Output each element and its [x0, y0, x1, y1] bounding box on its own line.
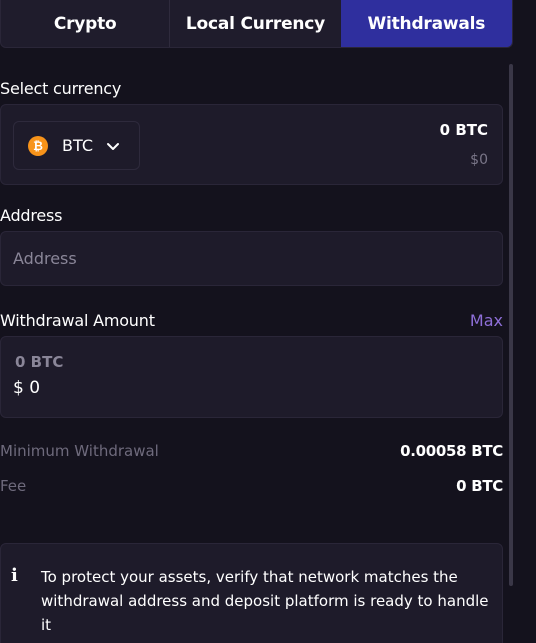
scrollbar[interactable] — [509, 64, 513, 586]
tab-bar: Crypto Local Currency Withdrawals — [0, 0, 513, 48]
withdraw-page: Crypto Local Currency Withdrawals Select… — [0, 0, 536, 643]
info-icon: i — [11, 565, 18, 586]
withdrawal-amount-label: Withdrawal Amount — [0, 311, 155, 330]
amount-input-card[interactable]: 0 BTC $ 0 — [0, 336, 503, 418]
chevron-down-icon — [106, 142, 119, 150]
fee-label: Fee — [0, 477, 27, 495]
minimum-withdrawal-label: Minimum Withdrawal — [0, 442, 159, 460]
fee-value: 0 BTC — [456, 477, 503, 495]
amount-crypto-value: 0 BTC — [15, 353, 64, 371]
max-button[interactable]: Max — [470, 311, 503, 330]
notice-text: To protect your assets, verify that netw… — [41, 568, 489, 634]
currency-card: ₿ BTC 0 BTC $0 — [0, 104, 503, 185]
network-notice: i To protect your assets, verify that ne… — [0, 543, 503, 643]
amount-usd-value: $ 0 — [13, 378, 41, 398]
bitcoin-icon: ₿ — [28, 135, 48, 156]
tab-crypto[interactable]: Crypto — [1, 0, 171, 47]
select-currency-label: Select currency — [0, 79, 122, 98]
tab-local-currency[interactable]: Local Currency — [170, 0, 340, 47]
currency-dropdown[interactable]: ₿ BTC — [13, 121, 140, 170]
balance-crypto: 0 BTC — [439, 121, 488, 139]
address-input[interactable] — [13, 232, 491, 285]
address-card — [0, 231, 503, 286]
balance-usd: $0 — [470, 152, 488, 168]
minimum-withdrawal-row: Minimum Withdrawal 0.00058 BTC — [0, 442, 503, 464]
address-label: Address — [0, 206, 63, 225]
selected-currency: BTC — [62, 136, 93, 155]
minimum-withdrawal-value: 0.00058 BTC — [400, 442, 503, 460]
fee-row: Fee 0 BTC — [0, 477, 503, 499]
tab-withdrawals[interactable]: Withdrawals — [340, 0, 512, 47]
